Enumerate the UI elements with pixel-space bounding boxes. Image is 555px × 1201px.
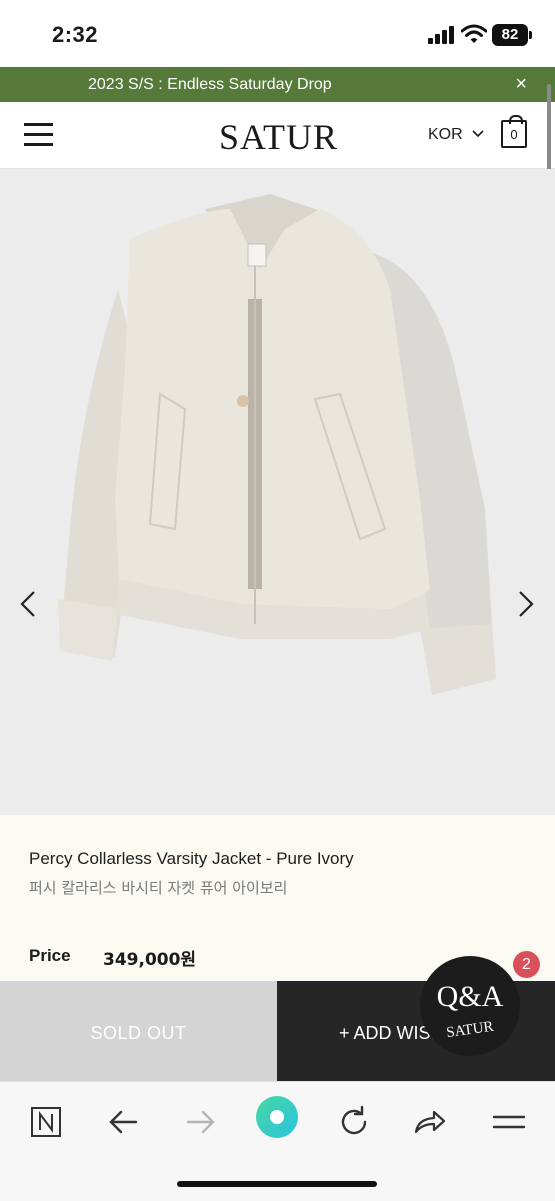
chevron-down-icon	[472, 130, 484, 138]
reload-icon[interactable]	[334, 1102, 374, 1142]
menu-icon[interactable]	[24, 123, 54, 147]
site-header: SATUR KOR 0	[0, 102, 555, 169]
language-label: KOR	[428, 126, 463, 143]
forward-arrow-icon[interactable]	[180, 1102, 220, 1142]
cart-icon[interactable]: 0	[501, 115, 527, 148]
price-label: Price	[29, 946, 71, 965]
qa-title: Q&A	[436, 980, 504, 1013]
status-time: 2:32	[52, 22, 99, 47]
back-arrow-icon[interactable]	[104, 1102, 144, 1142]
chevron-right-icon[interactable]	[514, 589, 538, 619]
battery-icon: 82	[492, 24, 532, 46]
close-icon[interactable]: ×	[515, 73, 527, 96]
qa-button[interactable]: Q&A SATUR	[420, 956, 520, 1056]
naver-icon[interactable]	[28, 1102, 68, 1142]
price-value: 349,000원	[103, 950, 197, 970]
menu-lines-icon[interactable]	[490, 1102, 530, 1142]
green-dot-icon[interactable]	[254, 1094, 300, 1140]
chevron-left-icon[interactable]	[16, 589, 40, 619]
promo-text: 2023 S/S : Endless Saturday Drop	[88, 76, 332, 93]
share-icon[interactable]	[410, 1102, 450, 1142]
home-indicator	[177, 1181, 377, 1187]
product-name-korean: 퍼시 칼라리스 바시티 자켓 퓨어 아이보리	[29, 879, 288, 897]
qa-count-badge: 2	[513, 951, 540, 978]
jacket-image	[58, 194, 496, 695]
sold-out-button[interactable]: SOLD OUT	[0, 981, 277, 1081]
promo-banner: 2023 S/S : Endless Saturday Drop ×	[0, 67, 555, 102]
product-image[interactable]	[0, 169, 555, 815]
cart-count: 0	[510, 127, 518, 142]
product-name: Percy Collarless Varsity Jacket - Pure I…	[29, 849, 354, 868]
logo[interactable]: SATUR	[219, 116, 338, 158]
wifi-icon	[461, 24, 487, 43]
language-selector[interactable]: KOR	[428, 126, 485, 144]
signal-icon	[428, 26, 454, 44]
